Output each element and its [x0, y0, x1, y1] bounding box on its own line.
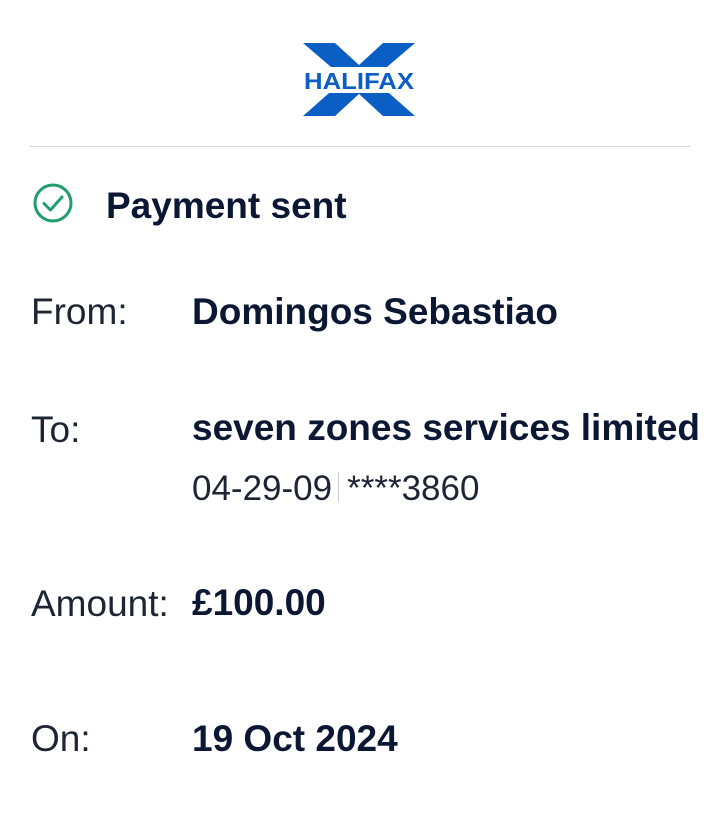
- check-circle-icon: [33, 183, 73, 223]
- header-divider: [30, 146, 690, 147]
- status-title: Payment sent: [106, 185, 347, 226]
- logo-text: HALIFAX: [304, 68, 415, 94]
- to-account-details: 04-29-09 ****3860: [192, 466, 479, 512]
- account-separator: [338, 472, 340, 502]
- to-value: seven zones services limited: [192, 407, 700, 448]
- date-label: On:: [31, 718, 91, 759]
- amount-label: Amount:: [31, 583, 169, 624]
- from-value: Domingos Sebastiao: [192, 291, 558, 332]
- amount-value: £100.00: [192, 582, 326, 623]
- from-label: From:: [31, 291, 128, 332]
- to-label: To:: [31, 409, 81, 450]
- halifax-logo: HALIFAX: [303, 43, 415, 116]
- date-value: 19 Oct 2024: [192, 718, 398, 759]
- sort-code: 04-29-09: [192, 469, 333, 508]
- account-number: ****3860: [347, 469, 480, 508]
